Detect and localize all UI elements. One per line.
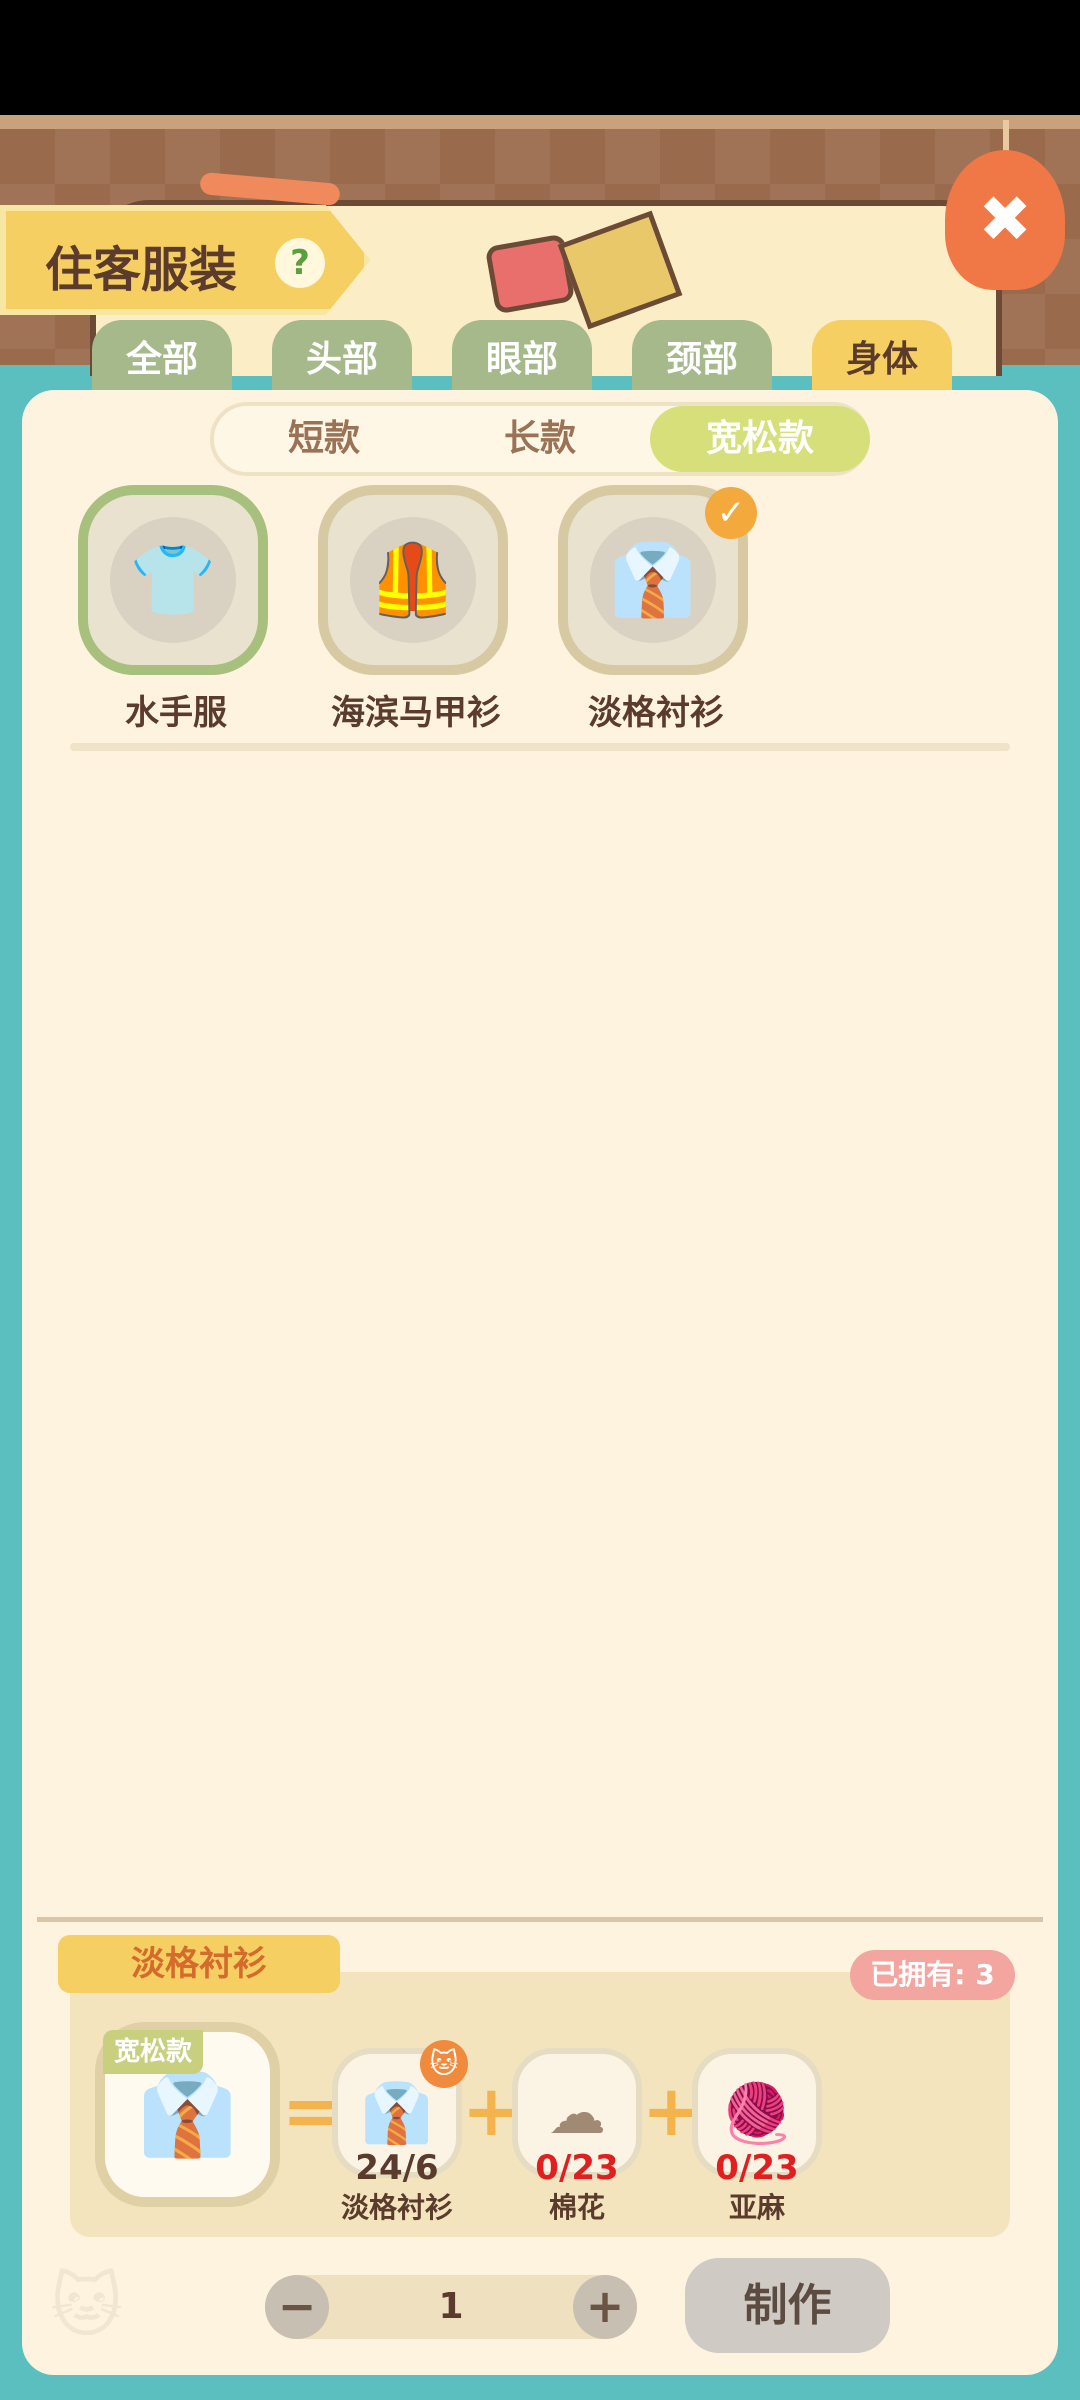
item-sailor-uniform[interactable]: 👕 水手服	[78, 485, 274, 734]
ingredient-count: 0/23	[715, 2148, 799, 2188]
quantity-value: 1	[438, 2286, 464, 2327]
item-frame: 🦺	[318, 485, 508, 675]
tab-neck[interactable]: 颈部	[632, 320, 772, 395]
check-icon: ✓	[705, 487, 757, 539]
ingredient-label: 淡格衬衫	[340, 2191, 453, 2224]
item-frame: 👕	[78, 485, 268, 675]
item-label: 水手服	[125, 693, 227, 733]
ingredient-count: 0/23	[535, 2148, 619, 2188]
increase-button[interactable]: +	[573, 2275, 637, 2339]
page-title: 住客服装	[45, 242, 238, 298]
recipe-title: 淡格衬衫	[58, 1935, 340, 1993]
item-beach-vest[interactable]: 🦺 海滨马甲衫	[318, 485, 514, 734]
quantity-stepper: − 1 +	[265, 2275, 637, 2339]
ingredient-label: 亚麻	[728, 2191, 785, 2224]
result-style-tag: 宽松款	[103, 2030, 203, 2074]
make-button[interactable]: 制作	[685, 2258, 890, 2353]
ingredient-linen[interactable]: 🧶 0/23 亚麻	[692, 2048, 822, 2224]
ingredient-cotton[interactable]: ☁ 0/23 棉花	[512, 2048, 642, 2224]
cat-watermark-icon: 🐱	[50, 2265, 123, 2347]
divider	[70, 743, 1010, 751]
shirt-icon: 👕	[110, 517, 236, 643]
subtab-long[interactable]: 长款	[430, 406, 650, 472]
subtab-loose[interactable]: 宽松款	[650, 406, 870, 472]
sub-tabs: 短款 长款 宽松款	[210, 402, 870, 476]
owned-count-badge: 已拥有: 3	[850, 1950, 1015, 2000]
help-icon[interactable]: ?	[275, 238, 325, 288]
item-label: 海滨马甲衫	[331, 693, 501, 733]
decrease-button[interactable]: −	[265, 2275, 329, 2339]
tab-eyes[interactable]: 眼部	[452, 320, 592, 395]
tab-body[interactable]: 身体	[812, 320, 952, 395]
tab-head[interactable]: 头部	[272, 320, 412, 395]
item-label: 淡格衬衫	[588, 693, 724, 733]
subtab-short[interactable]: 短款	[214, 406, 434, 472]
status-bar	[0, 0, 1080, 115]
vest-icon: 🦺	[350, 517, 476, 643]
close-button[interactable]: ✖	[945, 150, 1065, 290]
shirt-icon: 👔	[137, 2067, 238, 2161]
cat-icon: 🐱	[420, 2040, 468, 2088]
ingredient-label: 棉花	[548, 2191, 605, 2224]
shirt-icon: 👔	[590, 517, 716, 643]
ingredient-count: 24/6	[355, 2148, 439, 2188]
divider	[37, 1917, 1043, 1922]
tab-all[interactable]: 全部	[92, 320, 232, 395]
category-tabs: 全部 头部 眼部 颈部 身体	[0, 320, 1080, 395]
